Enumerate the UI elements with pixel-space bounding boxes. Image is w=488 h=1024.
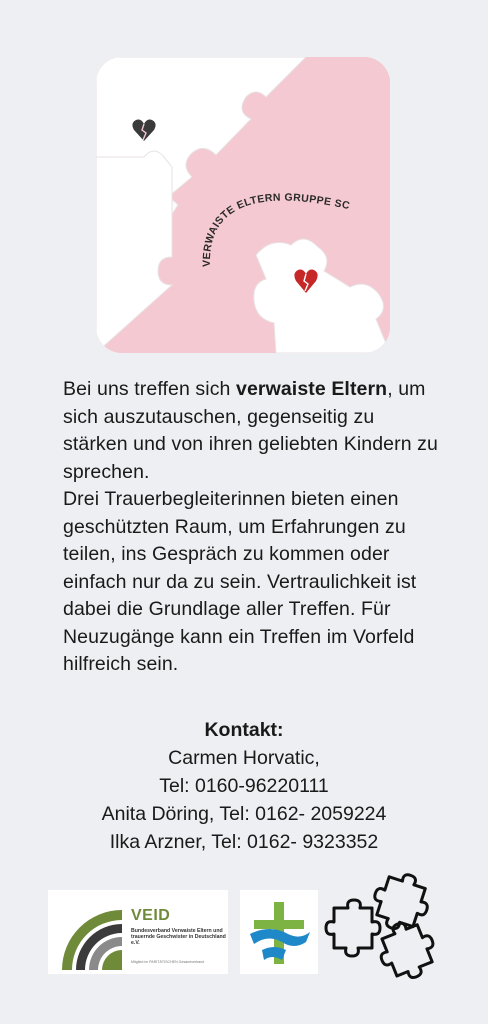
contact-line: Ilka Arzner, Tel: 0162- 9323352 bbox=[109, 831, 379, 853]
contact-section: Kontakt: Carmen Horvatic, Tel: 0160-9622… bbox=[0, 716, 488, 856]
veid-arc-icon bbox=[62, 910, 122, 970]
hero-image: VERWAISTE ELTERN GRUPPE SCHOPFHEIM bbox=[96, 57, 390, 353]
puzzle-illustration: VERWAISTE ELTERN GRUPPE SCHOPFHEIM bbox=[96, 57, 390, 353]
logo-row: VEID Bundesverband Verwaiste Eltern und … bbox=[0, 868, 488, 988]
veid-member-note: Mitglied im PARITÄTISCHEN Gesamtverband bbox=[131, 960, 205, 964]
puzzle-pieces-icon bbox=[322, 868, 442, 983]
church-logo bbox=[240, 890, 318, 974]
intro-paragraph-1: Bei uns treffen sich verwaiste Eltern, u… bbox=[63, 378, 438, 483]
intro-text: Bei uns treffen sich verwaiste Eltern, u… bbox=[63, 376, 443, 679]
contact-line: Anita Döring, Tel: 0162- 2059224 bbox=[101, 803, 387, 825]
highlight-verwaiste-eltern: verwaiste Eltern bbox=[236, 378, 388, 400]
veid-title: VEID bbox=[131, 907, 171, 924]
contact-heading: Kontakt: bbox=[204, 719, 284, 741]
church-cross-icon bbox=[250, 902, 310, 964]
intro-paragraph-2: Drei Trauerbegleiterinnen bieten einen g… bbox=[63, 488, 417, 675]
contact-line: Tel: 0160-96220111 bbox=[159, 775, 329, 797]
veid-subtitle: Bundesverband Verwaiste Eltern und traue… bbox=[131, 928, 226, 947]
veid-logo: VEID Bundesverband Verwaiste Eltern und … bbox=[48, 890, 228, 974]
contact-line: Carmen Horvatic, bbox=[168, 747, 320, 769]
